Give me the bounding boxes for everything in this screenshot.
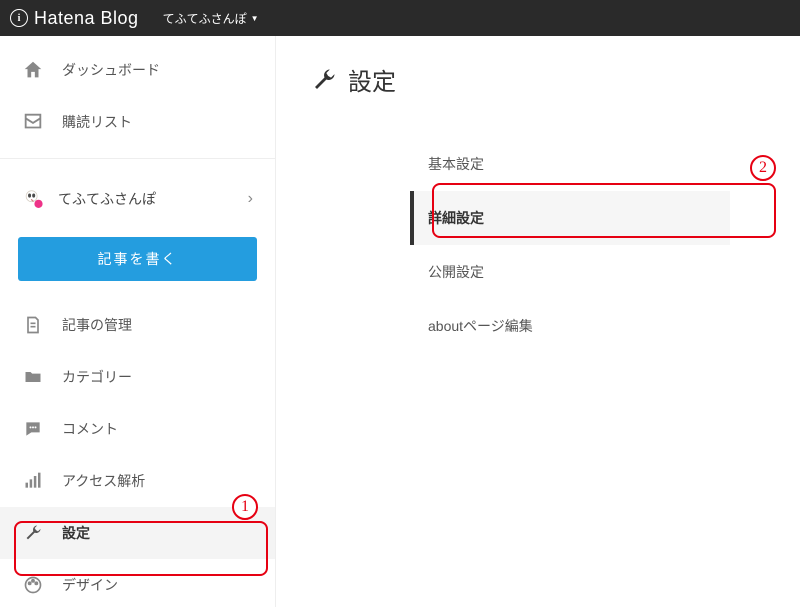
comment-icon bbox=[22, 418, 44, 440]
avatar-icon bbox=[22, 188, 44, 210]
page-title-row: 設定 bbox=[310, 62, 766, 97]
blog-selector-label: てふてふさんぽ bbox=[163, 10, 247, 27]
sidebar-blog-label: てふてふさんぽ bbox=[58, 189, 156, 209]
page-title: 設定 bbox=[348, 62, 396, 97]
settings-submenu: 基本設定 詳細設定 公開設定 aboutページ編集 bbox=[310, 137, 766, 353]
inbox-icon bbox=[22, 111, 44, 133]
sidebar-item-label: デザイン bbox=[62, 575, 118, 595]
divider bbox=[0, 158, 275, 159]
sidebar-item-design[interactable]: デザイン bbox=[0, 559, 275, 611]
wrench-icon bbox=[22, 522, 44, 544]
write-post-label: 記事を書く bbox=[98, 249, 178, 269]
sidebar-item-comments[interactable]: コメント bbox=[0, 403, 275, 455]
sidebar-item-dashboard[interactable]: ダッシュボード bbox=[0, 44, 275, 96]
sidebar-item-label: アクセス解析 bbox=[62, 471, 145, 491]
content-area: 設定 基本設定 詳細設定 公開設定 aboutページ編集 bbox=[276, 36, 800, 607]
palette-icon bbox=[22, 574, 44, 596]
submenu-label: aboutページ編集 bbox=[428, 316, 533, 336]
logo-text[interactable]: Hatena Blog bbox=[34, 8, 139, 29]
sidebar-item-label: カテゴリー bbox=[62, 367, 132, 387]
sidebar: ダッシュボード 購読リスト てふてふさんぽ bbox=[0, 36, 276, 607]
submenu-label: 基本設定 bbox=[428, 154, 484, 174]
submenu-item-basic[interactable]: 基本設定 bbox=[410, 137, 730, 191]
annotation-circle-1: 1 bbox=[232, 494, 258, 520]
sidebar-item-categories[interactable]: カテゴリー bbox=[0, 351, 275, 403]
submenu-label: 詳細設定 bbox=[428, 208, 484, 228]
submenu-item-advanced[interactable]: 詳細設定 bbox=[410, 191, 730, 245]
write-post-button[interactable]: 記事を書く bbox=[18, 237, 257, 281]
wrench-icon bbox=[310, 66, 338, 94]
bar-chart-icon bbox=[22, 470, 44, 492]
home-icon bbox=[22, 59, 44, 81]
chevron-right-icon: › bbox=[248, 190, 253, 208]
sidebar-item-label: 設定 bbox=[62, 523, 90, 543]
submenu-item-publish[interactable]: 公開設定 bbox=[410, 245, 730, 299]
sidebar-item-label: コメント bbox=[62, 419, 118, 439]
blog-selector[interactable]: てふてふさんぽ ▼ bbox=[163, 10, 259, 27]
top-bar: i Hatena Blog てふてふさんぽ ▼ bbox=[0, 0, 800, 36]
submenu-item-about[interactable]: aboutページ編集 bbox=[410, 299, 730, 353]
caret-down-icon: ▼ bbox=[251, 14, 259, 23]
annotation-circle-2: 2 bbox=[750, 155, 776, 181]
document-icon bbox=[22, 314, 44, 336]
sidebar-item-label: 記事の管理 bbox=[62, 315, 132, 335]
sidebar-item-subscriptions[interactable]: 購読リスト bbox=[0, 96, 275, 148]
sidebar-item-label: ダッシュボード bbox=[62, 60, 160, 80]
sidebar-item-label: 購読リスト bbox=[62, 112, 132, 132]
sidebar-item-manage-posts[interactable]: 記事の管理 bbox=[0, 299, 275, 351]
hatena-logo-icon: i bbox=[10, 9, 28, 27]
folder-icon bbox=[22, 366, 44, 388]
sidebar-blog-selector[interactable]: てふてふさんぽ › bbox=[0, 173, 275, 225]
submenu-label: 公開設定 bbox=[428, 262, 484, 282]
